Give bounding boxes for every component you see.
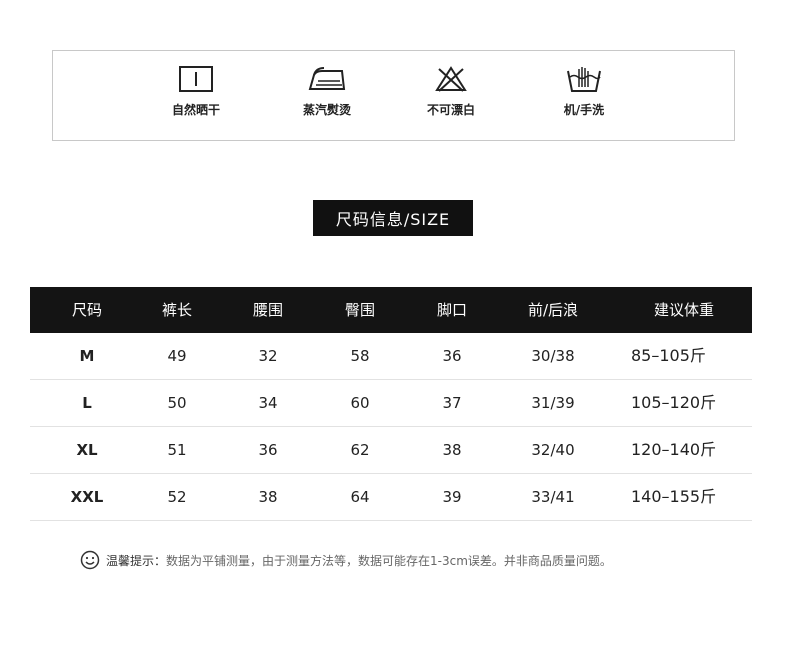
cell-hip: 60 [350,394,370,412]
care-item-bleach: 不可漂白 [396,51,506,118]
cell-hip: 64 [350,488,370,506]
header-hem: 脚口 [436,301,468,319]
cell-weight: 85–105斤 [631,346,706,365]
cell-weight: 120–140斤 [631,440,717,459]
cell-hem: 36 [442,347,462,365]
header-rise: 前/后浪 [527,301,579,319]
table-row: M 49 32 58 36 30/38 85–105斤 [30,333,752,380]
cell-size: L [82,394,92,412]
note-label: 温馨提示： [106,553,167,568]
cell-rise: 32/40 [531,441,575,459]
cell-size: XL [76,441,98,459]
cell-hem: 38 [442,441,462,459]
cell-rise: 31/39 [531,394,575,412]
hand-wash-icon [567,67,601,92]
note-text: 数据为平铺测量，由于测量方法等，数据可能存在1-3cm误差。并非商品质量问题。 [166,553,612,568]
header-hip: 臀围 [344,301,376,319]
table-header: 尺码 裤长 腰围 臀围 脚口 前/后浪 建议体重 [30,287,752,333]
care-label: 自然晒干 [171,103,220,117]
cell-size: M [79,347,95,365]
iron-icon [308,67,346,90]
cell-waist: 36 [258,441,278,459]
care-label: 不可漂白 [426,103,475,117]
care-item-iron: 蒸汽熨烫 [272,51,382,118]
header-waist: 腰围 [252,301,284,319]
table-row: L 50 34 60 37 31/39 105–120斤 [30,380,752,427]
measurement-note: 温馨提示： 数据为平铺测量，由于测量方法等，数据可能存在1-3cm误差。并非商品… [80,548,612,572]
header-size: 尺码 [71,301,103,319]
care-label: 蒸汽熨烫 [302,103,351,117]
cell-waist: 38 [258,488,278,506]
header-length: 裤长 [161,301,193,319]
care-instructions: 自然晒干 蒸汽熨烫 不可漂白 机/手洗 [52,50,735,141]
care-item-wash: 机/手洗 [529,51,639,118]
cell-length: 52 [167,488,187,506]
cell-length: 51 [167,441,187,459]
cell-length: 50 [167,394,187,412]
cell-hip: 62 [350,441,370,459]
cell-rise: 30/38 [531,347,575,365]
cell-weight: 105–120斤 [631,393,717,412]
cell-size: XXL [70,488,104,506]
smiley-icon [80,550,100,570]
table-row: XL 51 36 62 38 32/40 120–140斤 [30,427,752,474]
cell-hem: 37 [442,394,462,412]
header-weight: 建议体重 [653,301,715,319]
cell-hem: 39 [442,488,462,506]
tumble-dry-icon [179,66,213,92]
table-row: XXL 52 38 64 39 33/41 140–155斤 [30,474,752,521]
cell-length: 49 [167,347,187,365]
no-bleach-icon [435,66,467,92]
cell-waist: 32 [258,347,278,365]
care-item-dry: 自然晒干 [141,51,251,118]
size-table: 尺码 裤长 腰围 臀围 脚口 前/后浪 建议体重 M 49 32 58 36 3… [30,287,752,521]
care-label: 机/手洗 [563,103,605,117]
cell-rise: 33/41 [531,488,575,506]
cell-hip: 58 [350,347,370,365]
cell-waist: 34 [258,394,278,412]
cell-weight: 140–155斤 [631,487,717,506]
size-info-title: 尺码信息/SIZE [313,200,473,236]
